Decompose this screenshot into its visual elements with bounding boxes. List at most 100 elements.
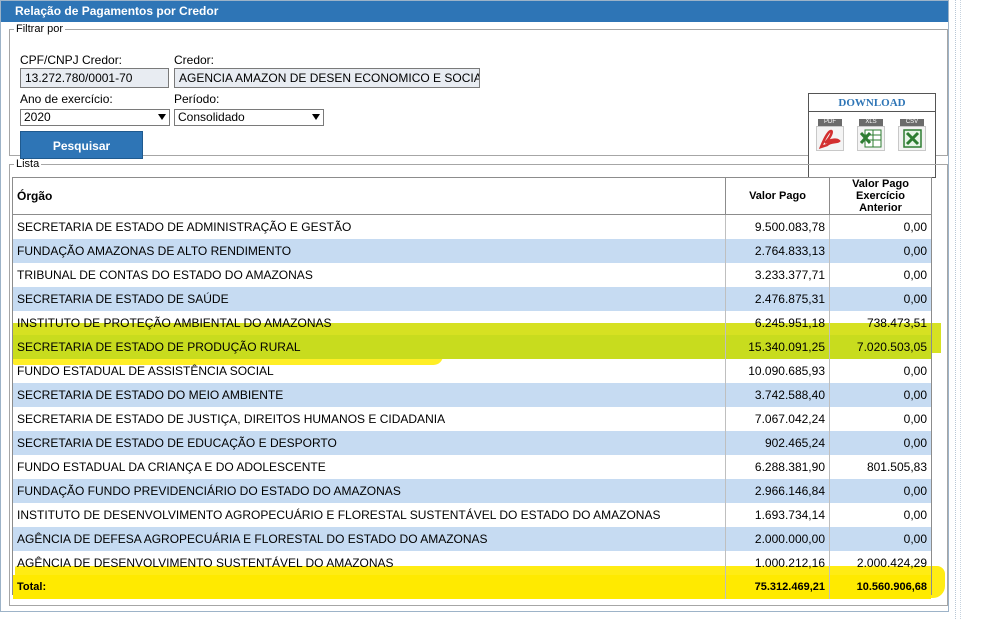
cell-orgao: AGÊNCIA DE DEFESA AGROPECUÁRIA E FLOREST…: [13, 527, 726, 551]
cell-valor-pago: 3.233.377,71: [725, 263, 830, 287]
cell-valor-anterior: 0,00: [903, 508, 927, 522]
column-header-orgao[interactable]: Órgão: [13, 178, 726, 215]
gutter-line: [960, 0, 965, 619]
chevron-down-icon: [312, 114, 320, 120]
page-title: Relação de Pagamentos por Credor: [1, 1, 948, 22]
xls-icon[interactable]: XLS: [857, 119, 885, 151]
pdf-icon[interactable]: PDF: [816, 119, 844, 151]
cell-orgao: SECRETARIA DE ESTADO DE ADMINISTRAÇÃO E …: [13, 214, 726, 239]
total-valor-anterior: 10.560.906,68: [829, 575, 931, 599]
table-row[interactable]: FUNDAÇÃO FUNDO PREVIDENCIÁRIO DO ESTADO …: [13, 479, 931, 503]
csv-icon-label: CSV: [900, 119, 924, 126]
xls-glyph-icon: [859, 129, 882, 148]
table-row[interactable]: AGÊNCIA DE DESENVOLVIMENTO SUSTENTÁVEL D…: [13, 551, 931, 575]
cell-orgao: INSTITUTO DE PROTEÇÃO AMBIENTAL DO AMAZO…: [13, 311, 726, 335]
cell-orgao: FUNDO ESTADUAL DA CRIANÇA E DO ADOLESCEN…: [13, 455, 726, 479]
cell-orgao: SECRETARIA DE ESTADO DO MEIO AMBIENTE: [13, 383, 726, 407]
table-row[interactable]: INSTITUTO DE DESENVOLVIMENTO AGROPECUÁRI…: [13, 503, 931, 527]
filter-legend: Filtrar por: [16, 23, 64, 35]
total-label: Total:: [13, 575, 726, 599]
pdf-icon-label: PDF: [818, 119, 842, 126]
periodo-select-value: Consolidado: [178, 110, 245, 124]
cell-valor-pago: 2.764.833,13: [725, 239, 830, 263]
ano-select[interactable]: 2020: [20, 109, 170, 126]
table-row[interactable]: FUNDO ESTADUAL DA CRIANÇA E DO ADOLESCEN…: [13, 455, 931, 479]
cell-valor-pago: 10.090.685,93: [725, 359, 830, 383]
cell-orgao: SECRETARIA DE ESTADO DE PRODUÇÃO RURAL: [13, 335, 726, 359]
table-row[interactable]: INSTITUTO DE PROTEÇÃO AMBIENTAL DO AMAZO…: [13, 311, 931, 335]
filter-fieldset: Filtrar por CPF/CNPJ Credor: 13.272.780/…: [9, 23, 948, 178]
cell-valor-anterior: 0,00: [829, 383, 931, 407]
cell-valor-anterior: 0,00: [829, 239, 931, 263]
csv-icon-body: [898, 126, 926, 151]
chevron-down-icon: [158, 114, 166, 120]
table-row[interactable]: SECRETARIA DE ESTADO DE PRODUÇÃO RURAL 15…: [13, 335, 931, 359]
cell-valor-anterior: 0,00: [903, 364, 927, 378]
csv-glyph-icon: [903, 129, 922, 148]
table-row[interactable]: AGÊNCIA DE DEFESA AGROPECUÁRIA E FLOREST…: [13, 527, 931, 551]
ano-select-value: 2020: [24, 110, 51, 124]
table-row[interactable]: SECRETARIA DE ESTADO DE ADMINISTRAÇÃO E …: [13, 214, 931, 239]
cell-valor-anterior: 0,00: [829, 287, 931, 311]
table-row[interactable]: TRIBUNAL DE CONTAS DO ESTADO DO AMAZONAS…: [13, 263, 931, 287]
search-button[interactable]: Pesquisar: [20, 131, 143, 159]
cell-valor-anterior: 0,00: [829, 527, 931, 551]
payments-panel: Relação de Pagamentos por Credor Filtrar…: [0, 0, 949, 612]
periodo-select[interactable]: Consolidado: [174, 109, 324, 126]
cell-valor-anterior: 0,00: [829, 479, 931, 503]
total-valor-pago: 75.312.469,21: [725, 575, 830, 599]
table-row[interactable]: SECRETARIA DE ESTADO DE EDUCAÇÃO E DESPO…: [13, 431, 931, 455]
cell-orgao: FUNDAÇÃO FUNDO PREVIDENCIÁRIO DO ESTADO …: [13, 479, 726, 503]
download-title: DOWNLOAD: [838, 97, 906, 109]
table-row[interactable]: FUNDO ESTADUAL DE ASSISTÊNCIA SOCIAL 10.0…: [13, 359, 931, 383]
column-header-valor-anterior[interactable]: Valor Pago Exercício Anterior: [829, 178, 931, 215]
cell-valor-anterior: 0,00: [903, 220, 927, 234]
pdf-icon-body: [816, 126, 844, 151]
table-row[interactable]: SECRETARIA DE ESTADO DE JUSTIÇA, DIREITO…: [13, 407, 931, 431]
cell-valor-pago: 15.340.091,25: [725, 335, 830, 359]
cell-valor-pago: 1.693.734,14: [725, 503, 830, 527]
cell-valor-anterior: 7.020.503,05: [829, 335, 931, 359]
table-row[interactable]: SECRETARIA DE ESTADO DO MEIO AMBIENTE 3.7…: [13, 383, 931, 407]
periodo-label: Período:: [174, 92, 220, 106]
cell-valor-anterior: 0,00: [829, 431, 931, 455]
cell-valor-anterior: 0,00: [903, 268, 927, 282]
cell-valor-pago: 7.067.042,24: [725, 407, 830, 431]
download-divider: [809, 111, 935, 112]
cell-valor-pago: 9.500.083,78: [725, 214, 830, 239]
payments-table: Órgão Valor Pago Valor Pago Exercício An…: [12, 177, 932, 599]
cell-valor-pago: 1.000.212,16: [725, 551, 830, 575]
cell-valor-pago: 6.288.381,90: [725, 455, 830, 479]
table-row[interactable]: SECRETARIA DE ESTADO DE SAÚDE 2.476.875,3…: [13, 287, 931, 311]
cell-orgao: AGÊNCIA DE DESENVOLVIMENTO SUSTENTÁVEL D…: [13, 551, 726, 575]
cell-orgao: FUNDO ESTADUAL DE ASSISTÊNCIA SOCIAL: [13, 359, 726, 383]
cell-valor-anterior: 0,00: [903, 412, 927, 426]
cell-valor-anterior: 801.505,83: [866, 460, 927, 474]
cell-valor-pago: 2.000.000,00: [725, 527, 830, 551]
cell-orgao: SECRETARIA DE ESTADO DE EDUCAÇÃO E DESPO…: [13, 431, 726, 455]
right-gutter: [955, 0, 981, 619]
credor-label: Credor:: [174, 53, 215, 67]
cell-valor-anterior: 738.473,51: [866, 316, 927, 330]
table-header-row: Órgão Valor Pago Valor Pago Exercício An…: [13, 178, 931, 215]
csv-icon[interactable]: CSV: [898, 119, 926, 151]
cell-valor-pago: 2.476.875,31: [725, 287, 830, 311]
cell-orgao: INSTITUTO DE DESENVOLVIMENTO AGROPECUÁRI…: [13, 503, 726, 527]
credor-input[interactable]: AGENCIA AMAZON DE DESEN ECONOMICO E SOCI…: [174, 68, 480, 88]
cell-orgao: SECRETARIA DE ESTADO DE JUSTIÇA, DIREITO…: [13, 407, 726, 431]
cell-orgao: SECRETARIA DE ESTADO DE SAÚDE: [13, 287, 726, 311]
xls-icon-body: [857, 126, 885, 151]
list-legend: Lista: [16, 158, 40, 170]
cell-orgao: TRIBUNAL DE CONTAS DO ESTADO DO AMAZONAS: [13, 263, 726, 287]
total-row: Total: 75.312.469,21 10.560.906,68: [13, 575, 931, 599]
cell-valor-pago: 902.465,24: [725, 431, 830, 455]
cpf-input[interactable]: 13.272.780/0001-70: [20, 68, 169, 88]
cell-orgao: FUNDAÇÃO AMAZONAS DE ALTO RENDIMENTO: [13, 239, 726, 263]
cell-valor-anterior: 2.000.424,29: [856, 556, 927, 570]
cell-valor-pago: 6.245.951,18: [725, 311, 830, 335]
xls-icon-label: XLS: [859, 119, 883, 126]
pdf-glyph-icon: [818, 129, 841, 150]
cell-valor-pago: 3.742.588,40: [725, 383, 830, 407]
table-row[interactable]: FUNDAÇÃO AMAZONAS DE ALTO RENDIMENTO 2.76…: [13, 239, 931, 263]
column-header-valor-pago[interactable]: Valor Pago: [725, 178, 830, 215]
